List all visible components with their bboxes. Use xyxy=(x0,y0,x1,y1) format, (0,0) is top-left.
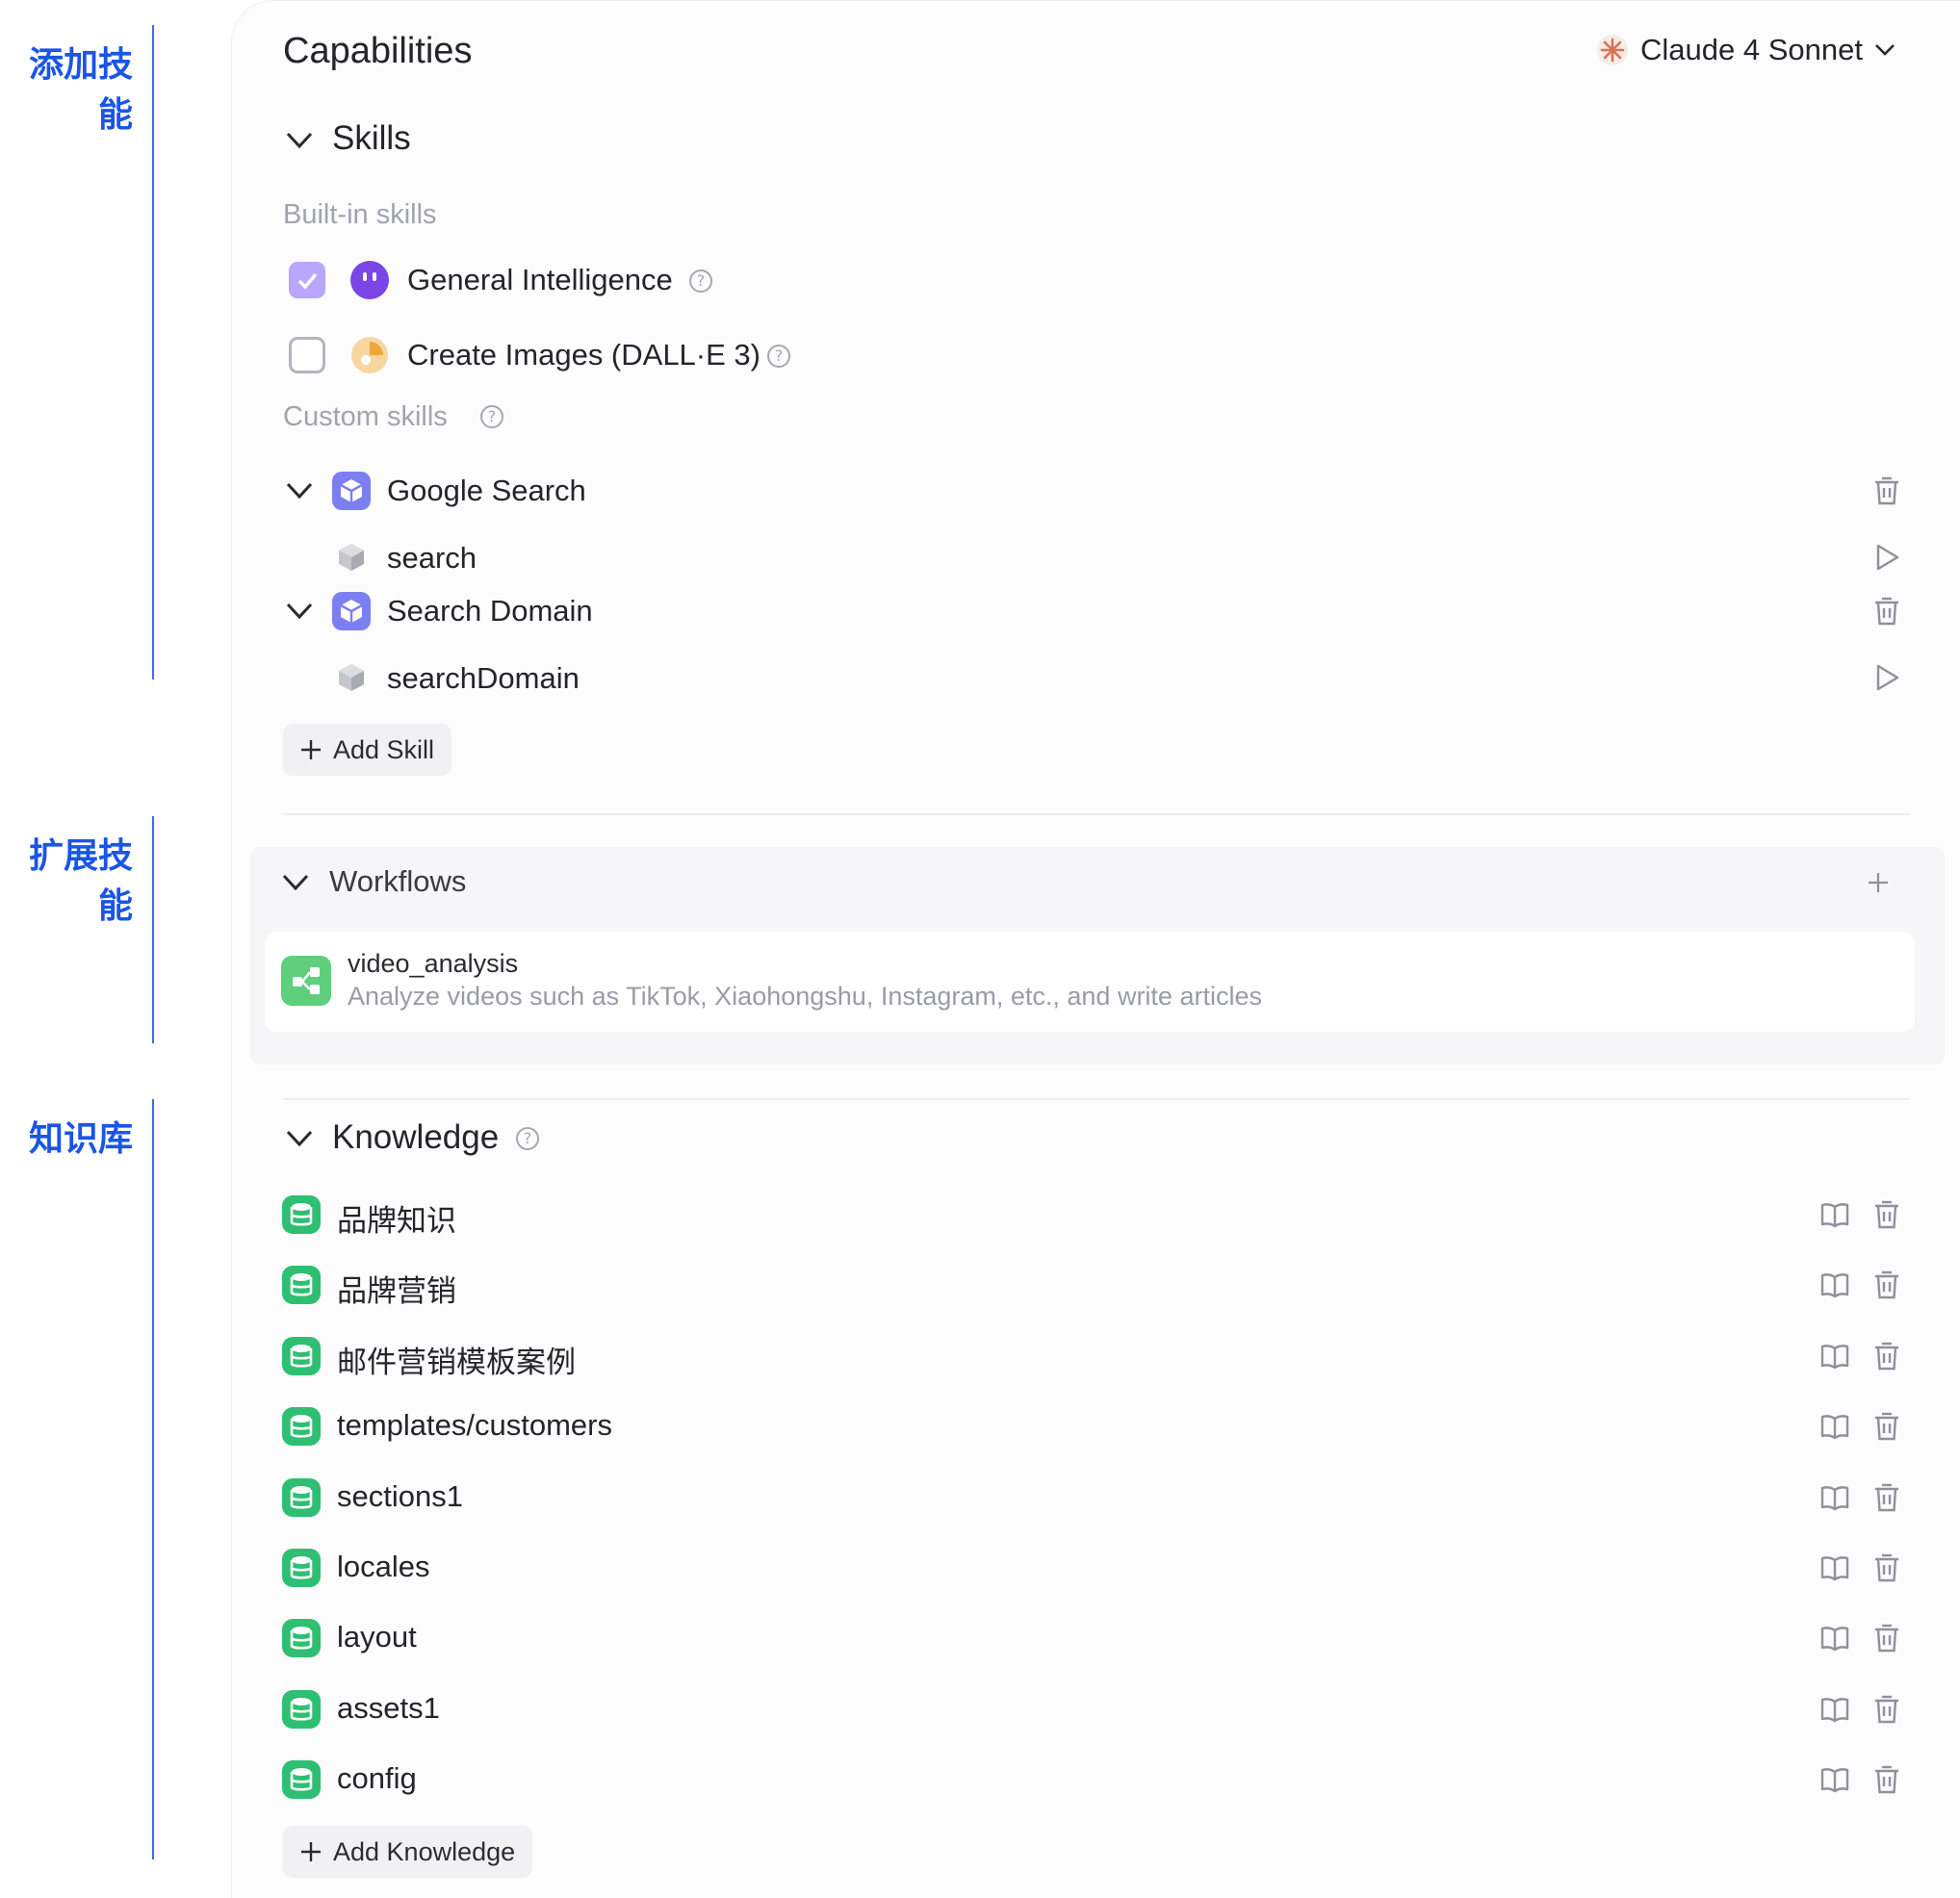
workflow-description: Analyze videos such as TikTok, Xiaohongs… xyxy=(348,982,1262,1011)
claude-logo-icon xyxy=(1597,35,1628,65)
skills-title: Skills xyxy=(332,119,411,157)
knowledge-delete-trash-icon[interactable] xyxy=(1871,1411,1902,1442)
create-images-label: Create Images (DALL·E 3) xyxy=(407,338,761,372)
create-images-checkbox[interactable] xyxy=(289,337,325,373)
knowledge-view-book-icon[interactable] xyxy=(1819,1341,1850,1372)
plus-icon xyxy=(301,1842,321,1861)
workflows-title: Workflows xyxy=(329,864,467,898)
knowledge-database-icon xyxy=(282,1478,321,1517)
search-domain-plugin-icon xyxy=(332,592,371,630)
knowledge-database-icon xyxy=(282,1690,321,1729)
knowledge-help-icon[interactable]: ? xyxy=(516,1127,539,1150)
general-intelligence-checkbox[interactable] xyxy=(289,262,325,298)
add-knowledge-button[interactable]: Add Knowledge xyxy=(283,1826,533,1878)
general-intelligence-icon xyxy=(350,261,389,299)
knowledge-delete-trash-icon[interactable] xyxy=(1871,1623,1902,1654)
search-domain-label: Search Domain xyxy=(387,594,593,628)
custom-skills-label: Custom skills xyxy=(283,401,448,432)
knowledge-item-label: sections1 xyxy=(337,1479,463,1513)
skills-collapse-chevron-icon[interactable] xyxy=(285,131,314,150)
annotation-knowledge: 知识库 xyxy=(28,1119,133,1159)
knowledge-title: Knowledge xyxy=(332,1118,500,1156)
knowledge-item-label: assets1 xyxy=(337,1691,440,1725)
workflow-icon xyxy=(281,956,331,1006)
model-selector[interactable]: Claude 4 Sonnet xyxy=(1596,33,1896,67)
search-domain-tool-cube-icon xyxy=(339,664,364,691)
knowledge-item[interactable] xyxy=(279,1682,1916,1736)
knowledge-item[interactable] xyxy=(279,1611,1916,1665)
search-domain-tool-run-play-icon[interactable] xyxy=(1871,662,1902,693)
page-title: Capabilities xyxy=(283,31,473,71)
create-images-help-icon[interactable]: ? xyxy=(767,345,790,368)
annotation-add-skills: 添加技能 xyxy=(28,45,133,135)
knowledge-database-icon xyxy=(282,1549,321,1587)
knowledge-item[interactable] xyxy=(279,1258,1916,1312)
knowledge-item[interactable] xyxy=(279,1471,1916,1525)
chevron-down-icon xyxy=(1875,44,1895,56)
builtin-skills-label: Built-in skills xyxy=(283,199,437,230)
knowledge-database-icon xyxy=(282,1407,321,1446)
knowledge-delete-trash-icon[interactable] xyxy=(1871,1694,1902,1725)
knowledge-delete-trash-icon[interactable] xyxy=(1871,1764,1902,1795)
annotation-extend-skills: 扩展技能 xyxy=(28,836,133,926)
google-search-label: Google Search xyxy=(387,474,586,507)
knowledge-item-label: 品牌营销 xyxy=(337,1274,456,1308)
knowledge-delete-trash-icon[interactable] xyxy=(1871,1199,1902,1230)
annotation-line-extend xyxy=(152,816,154,1043)
knowledge-item[interactable] xyxy=(279,1541,1916,1595)
knowledge-database-icon xyxy=(282,1195,321,1234)
search-tool-cube-icon xyxy=(339,544,364,571)
annotation-line-knowledge xyxy=(152,1099,154,1860)
search-tool-label: search xyxy=(387,541,477,575)
google-search-delete-trash-icon[interactable] xyxy=(1871,475,1902,506)
knowledge-database-icon xyxy=(282,1760,321,1799)
knowledge-item-label: templates/customers xyxy=(337,1408,612,1442)
add-skill-button[interactable]: Add Skill xyxy=(283,724,452,776)
annotation-line-skills xyxy=(152,25,154,680)
add-knowledge-label: Add Knowledge xyxy=(333,1836,516,1866)
search-domain-tool-label: searchDomain xyxy=(387,661,580,695)
knowledge-database-icon xyxy=(282,1266,321,1304)
knowledge-view-book-icon[interactable] xyxy=(1819,1623,1850,1654)
checkmark-icon xyxy=(297,272,318,290)
knowledge-item-label: 品牌知识 xyxy=(337,1204,456,1238)
knowledge-item-label: locales xyxy=(337,1550,430,1583)
knowledge-view-book-icon[interactable] xyxy=(1819,1764,1850,1795)
knowledge-item-label: 邮件营销模板案例 xyxy=(337,1346,576,1379)
knowledge-delete-trash-icon[interactable] xyxy=(1871,1270,1902,1300)
knowledge-view-book-icon[interactable] xyxy=(1819,1411,1850,1442)
knowledge-delete-trash-icon[interactable] xyxy=(1871,1341,1902,1372)
divider-skills-workflows xyxy=(283,813,1910,815)
knowledge-view-book-icon[interactable] xyxy=(1819,1482,1850,1513)
workflow-name: video_analysis xyxy=(348,949,519,978)
google-search-expand-chevron-icon[interactable] xyxy=(285,481,314,500)
search-domain-delete-trash-icon[interactable] xyxy=(1871,596,1902,627)
divider-workflows-knowledge xyxy=(283,1098,1910,1100)
search-domain-expand-chevron-icon[interactable] xyxy=(285,602,314,621)
knowledge-item[interactable] xyxy=(279,1188,1916,1242)
workflows-collapse-chevron-icon[interactable] xyxy=(281,873,310,892)
knowledge-view-book-icon[interactable] xyxy=(1819,1270,1850,1300)
knowledge-view-book-icon[interactable] xyxy=(1819,1694,1850,1725)
knowledge-item-label: config xyxy=(337,1761,417,1795)
knowledge-database-icon xyxy=(282,1337,321,1375)
google-search-plugin-icon xyxy=(332,472,371,510)
knowledge-database-icon xyxy=(282,1619,321,1657)
knowledge-item-label: layout xyxy=(337,1620,417,1654)
knowledge-delete-trash-icon[interactable] xyxy=(1871,1552,1902,1583)
add-skill-label: Add Skill xyxy=(333,734,435,764)
knowledge-view-book-icon[interactable] xyxy=(1819,1199,1850,1230)
custom-skills-help-icon[interactable]: ? xyxy=(480,405,503,428)
general-intelligence-label: General Intelligence xyxy=(407,263,673,296)
add-workflow-plus-icon[interactable] xyxy=(1868,872,1889,893)
knowledge-collapse-chevron-icon[interactable] xyxy=(285,1129,314,1148)
search-tool-run-play-icon[interactable] xyxy=(1871,542,1902,573)
general-intelligence-help-icon[interactable]: ? xyxy=(689,269,712,293)
knowledge-delete-trash-icon[interactable] xyxy=(1871,1482,1902,1513)
create-images-icon xyxy=(351,337,388,373)
knowledge-view-book-icon[interactable] xyxy=(1819,1552,1850,1583)
model-name: Claude 4 Sonnet xyxy=(1640,33,1863,66)
knowledge-item[interactable] xyxy=(279,1753,1916,1807)
plus-icon xyxy=(301,740,321,759)
